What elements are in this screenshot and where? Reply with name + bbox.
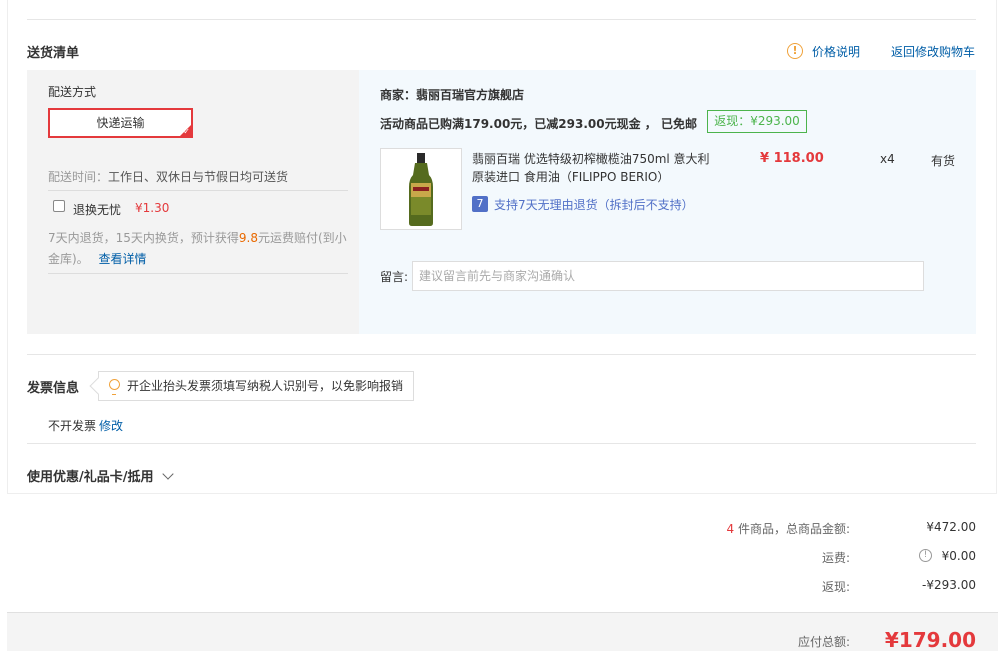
message-label: 留言:: [380, 270, 409, 284]
invoice-edit-link[interactable]: 修改: [99, 417, 123, 434]
shipping-method-label: 配送方式: [48, 85, 97, 99]
shipping-fee-value: ¥0.00: [941, 549, 976, 563]
invoice-status: 不开发票: [48, 419, 97, 433]
divider: [48, 190, 348, 191]
divider: [27, 354, 976, 355]
express-option-label: 快递运输: [96, 116, 145, 130]
divider: [48, 273, 348, 274]
message-input[interactable]: [412, 261, 924, 291]
payable-label: 应付总额:: [797, 635, 850, 649]
chevron-down-icon: [162, 468, 174, 480]
goods-total-value: ¥472.00: [926, 520, 976, 534]
delivery-time-value: 工作日、双休日与节假日均可送货: [108, 170, 289, 184]
invoice-tip-text: 开企业抬头发票须填写纳税人识别号，以免影响报销: [127, 379, 404, 393]
coupon-section-toggle[interactable]: 使用优惠/礼品卡/抵用: [27, 466, 174, 485]
coupon-section-title: 使用优惠/礼品卡/抵用: [27, 470, 154, 485]
promo-text: 活动商品已购满179.00元，已减293.00元现金 ， 已免邮: [380, 117, 697, 131]
return-guarantee-checkbox[interactable]: [53, 200, 65, 212]
divider: [27, 443, 976, 444]
warning-icon: !: [787, 43, 803, 59]
invoice-section-title: 发票信息: [27, 381, 80, 396]
seven-day-return-text: 支持7天无理由退货（拆封后不支持）: [494, 198, 694, 212]
back-to-cart-link[interactable]: 返回修改购物车: [891, 43, 975, 60]
shipping-fee-label: 运费:: [821, 551, 850, 565]
return-guarantee-label: 退换无忧: [73, 203, 122, 217]
checkmark-icon: ✓: [183, 127, 190, 136]
seven-day-return-icon: 7: [472, 196, 488, 212]
rebate-label: 返现:: [821, 580, 850, 594]
merchant-name: 商家：翡丽百瑞官方旗舰店: [380, 88, 525, 102]
goods-total-label: 4 件商品，总商品金额:: [726, 522, 851, 536]
invoice-tip: 开企业抬头发票须填写纳税人识别号，以免影响报销: [89, 371, 414, 401]
return-guarantee-price: ¥1.30: [135, 201, 170, 215]
express-shipping-option[interactable]: 快递运输 ✓: [48, 108, 193, 138]
product-quantity: x4: [880, 152, 895, 166]
delivery-time-label: 配送时间：工作日、双休日与节假日均可送货: [48, 170, 289, 184]
lightbulb-icon: [109, 379, 120, 395]
product-price: ¥ 118.00: [760, 151, 824, 166]
info-icon[interactable]: !: [919, 549, 932, 562]
payable-value: ¥179.00: [884, 628, 976, 651]
rebate-value: -¥293.00: [922, 578, 976, 592]
stock-status: 有货: [931, 154, 956, 168]
product-image[interactable]: [380, 148, 462, 230]
product-name[interactable]: 翡丽百瑞 优选特级初榨橄榄油750ml 意大利 原装进口 食用油（FILIPPO…: [472, 150, 710, 186]
view-details-link[interactable]: 查看详情: [99, 252, 147, 266]
delivery-section-title: 送货清单: [27, 46, 80, 61]
price-note-link[interactable]: 价格说明: [812, 43, 860, 60]
divider: [27, 19, 976, 20]
rebate-tag: 返现：¥293.00: [707, 110, 807, 133]
return-guarantee-desc: 7天内退货，15天内换货，预计获得9.8元运费赔付(到小金库)。 查看详情: [48, 231, 347, 266]
